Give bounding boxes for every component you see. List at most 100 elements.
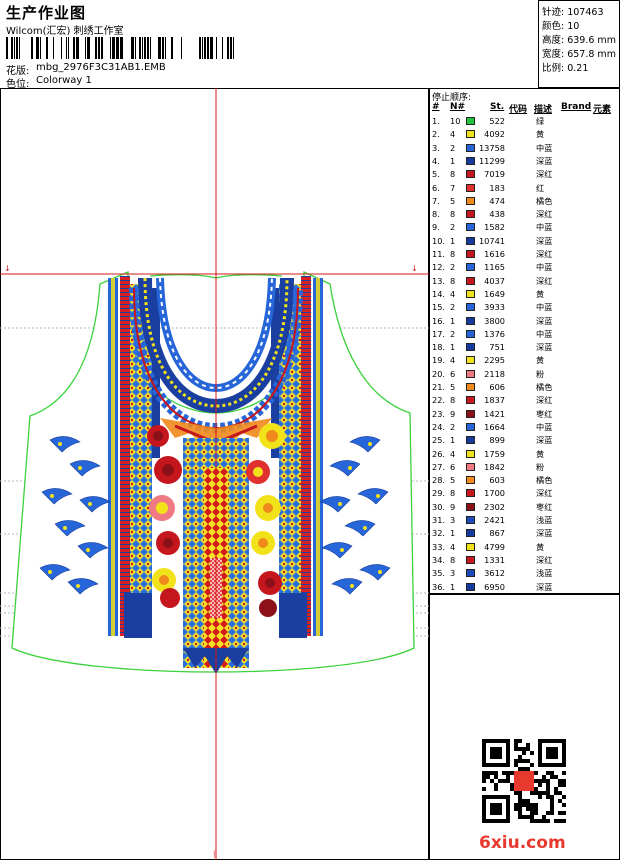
row-description: 粉 <box>536 368 545 379</box>
company-name: Wilcom(汇宏) 刺绣工作室 <box>6 26 124 37</box>
row-description: 深蓝 <box>536 435 553 446</box>
row-stitches: 1700 <box>484 488 505 499</box>
color-swatch <box>466 316 475 325</box>
design-file-value: mbg_2976F3C31AB1.EMB <box>36 62 166 73</box>
row-index: 10. <box>432 235 446 246</box>
color-swatch <box>466 183 475 192</box>
row-index: 6. <box>432 182 440 193</box>
table-row: 8. 8 438 深红 <box>430 209 620 219</box>
row-description: 黄 <box>536 288 545 299</box>
row-stitches: 3612 <box>484 568 505 579</box>
row-description: 深红 <box>536 169 553 180</box>
row-index: 4. <box>432 155 440 166</box>
color-swatch <box>466 276 475 285</box>
page-title: 生产作业图 <box>6 4 87 22</box>
row-needle: 4 <box>450 288 456 299</box>
row-needle: 8 <box>450 395 456 406</box>
row-description: 中蓝 <box>536 222 553 233</box>
row-index: 27. <box>432 461 446 472</box>
design-scale: 比例: 0.21 <box>542 63 589 74</box>
row-needle: 2 <box>450 302 456 313</box>
color-swatch <box>466 555 475 564</box>
row-index: 24. <box>432 421 446 432</box>
row-index: 1. <box>432 116 440 126</box>
table-row: 23. 9 1421 枣红 <box>430 409 620 419</box>
color-swatch <box>466 396 475 405</box>
row-index: 15. <box>432 302 446 313</box>
color-swatch <box>466 343 475 352</box>
row-stitches: 522 <box>489 116 505 126</box>
table-row: 15. 2 3933 中蓝 <box>430 302 620 312</box>
table-row: 4. 1 11299 深蓝 <box>430 156 620 166</box>
table-row: 14. 4 1649 黄 <box>430 289 620 299</box>
row-description: 中蓝 <box>536 421 553 432</box>
row-index: 25. <box>432 435 446 446</box>
row-index: 19. <box>432 355 446 366</box>
svg-text:↓: ↓ <box>4 264 11 273</box>
col-header-description: 描述 <box>534 105 553 115</box>
row-description: 黄 <box>536 355 545 366</box>
row-index: 17. <box>432 328 446 339</box>
row-index: 23. <box>432 408 446 419</box>
row-needle: 2 <box>450 421 456 432</box>
row-index: 34. <box>432 554 446 565</box>
color-swatch <box>466 289 475 298</box>
row-needle: 4 <box>450 541 456 552</box>
row-index: 7. <box>432 195 440 206</box>
table-row: 1. 10 522 绿 <box>430 116 620 126</box>
row-description: 橘色 <box>536 195 553 206</box>
row-index: 13. <box>432 275 446 286</box>
design-width: 宽度: 657.8 mm <box>542 49 616 60</box>
row-index: 5. <box>432 169 440 180</box>
row-needle: 1 <box>450 155 456 166</box>
table-row: 33. 4 4799 黄 <box>430 542 620 552</box>
row-description: 深蓝 <box>536 581 553 592</box>
row-index: 20. <box>432 368 446 379</box>
color-swatch <box>466 476 475 485</box>
row-description: 黄 <box>536 129 545 140</box>
row-index: 16. <box>432 315 446 326</box>
design-height: 高度: 639.6 mm <box>542 35 616 46</box>
row-stitches: 1582 <box>484 222 505 233</box>
row-description: 深蓝 <box>536 235 553 246</box>
row-needle: 1 <box>450 435 456 446</box>
row-needle: 5 <box>450 195 456 206</box>
col-header-element: 元素 <box>593 105 612 115</box>
row-index: 32. <box>432 528 446 539</box>
row-description: 橘色 <box>536 475 553 486</box>
row-index: 28. <box>432 475 446 486</box>
color-swatch <box>466 489 475 498</box>
row-description: 枣红 <box>536 501 553 512</box>
table-row: 9. 2 1582 中蓝 <box>430 222 620 232</box>
color-swatch <box>466 130 475 139</box>
row-stitches: 1842 <box>484 461 505 472</box>
row-stitches: 4799 <box>484 541 505 552</box>
qr-code <box>482 739 566 823</box>
row-description: 深红 <box>536 488 553 499</box>
row-stitches: 1664 <box>484 421 505 432</box>
color-swatch <box>466 143 475 152</box>
color-swatch <box>466 329 475 338</box>
table-row: 29. 8 1700 深红 <box>430 488 620 498</box>
row-description: 深红 <box>536 395 553 406</box>
color-count: 颜色: 10 <box>542 21 580 32</box>
color-swatch <box>466 516 475 524</box>
row-description: 深蓝 <box>536 528 553 539</box>
table-row: 21. 5 606 橘色 <box>430 382 620 392</box>
row-index: 21. <box>432 382 446 392</box>
table-row: 30. 9 2302 枣红 <box>430 502 620 512</box>
row-stitches: 474 <box>489 195 505 206</box>
color-swatch <box>466 529 475 538</box>
row-stitches: 1376 <box>484 328 505 339</box>
table-row: 10. 1 10741 深蓝 <box>430 236 620 246</box>
color-swatch <box>466 263 475 272</box>
row-description: 中蓝 <box>536 142 553 153</box>
row-description: 中蓝 <box>536 262 553 273</box>
color-swatch <box>466 502 475 511</box>
row-needle: 8 <box>450 275 456 286</box>
row-needle: 4 <box>450 129 456 140</box>
row-stitches: 4092 <box>484 129 505 140</box>
table-row: 36. 1 6950 深蓝 <box>430 582 620 592</box>
table-row: 26. 4 1759 黄 <box>430 449 620 459</box>
color-swatch <box>466 223 475 232</box>
